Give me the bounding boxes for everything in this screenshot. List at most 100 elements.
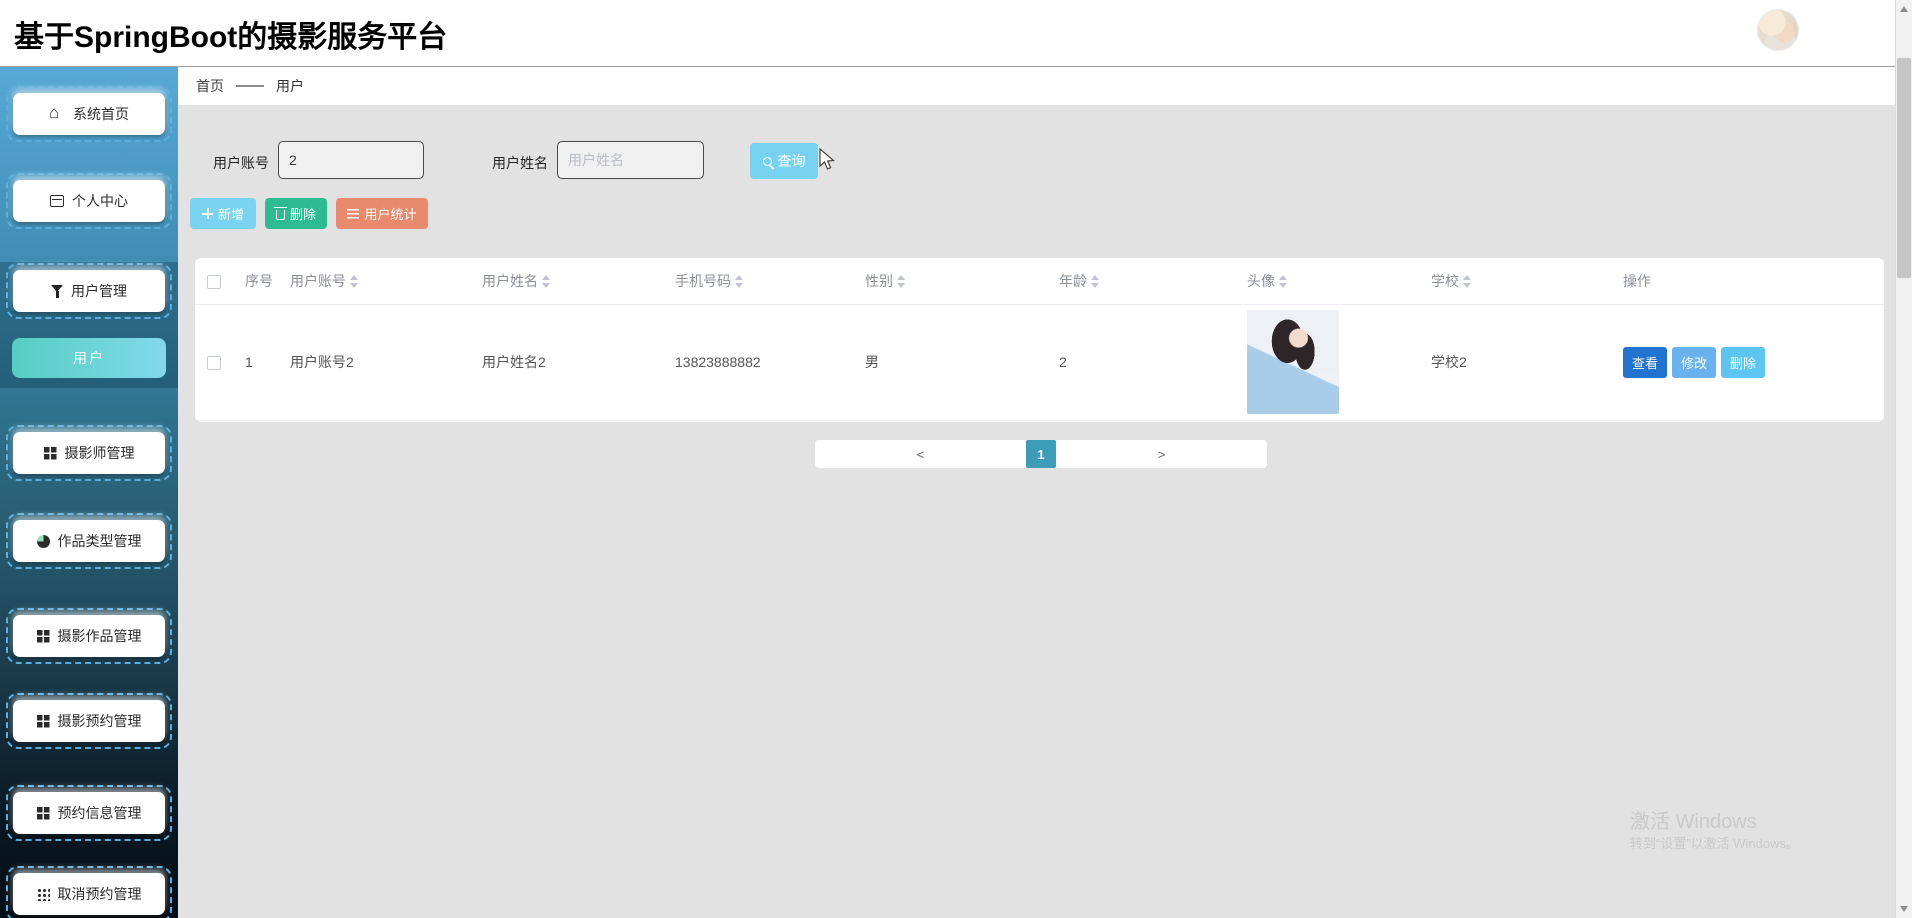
breadcrumb: 首页 用户 [178,67,1895,105]
trash-icon [273,207,287,220]
sidebar-item-label: 个人中心 [72,193,128,209]
row-actions: 查看 修改 删除 [1623,346,1884,378]
pagination-prev[interactable]: < [815,447,1026,462]
grid-dots-icon [36,887,50,901]
header-school[interactable]: 学校 [1419,258,1611,305]
sort-caret-icon[interactable] [1091,274,1100,288]
cell-age: 2 [1047,304,1235,421]
grid-icon [36,806,50,820]
row-delete-button[interactable]: 删除 [1721,346,1766,378]
header-account[interactable]: 用户账号 [278,258,470,305]
sidebar-item-user-management[interactable]: 用户管理 [6,263,172,319]
header-index: 序号 [233,258,278,305]
user-table-card: 序号 用户账号 用户姓名 手机号码 性别 年龄 头像 学校 操作 1 用户账号2… [195,258,1884,422]
cell-name: 用户姓名2 [470,304,663,421]
sidebar-item-label: 取消预约管理 [57,886,142,902]
breadcrumb-current: 用户 [276,78,304,94]
cell-account: 用户账号2 [278,304,470,421]
edit-button[interactable]: 修改 [1672,346,1717,378]
home-icon [49,103,65,123]
account-input[interactable] [278,141,424,179]
app-window: 基于SpringBoot的摄影服务平台 系统首页 个人中心 用户管理 用户 [0,0,1912,918]
scrollbar-up-arrow-icon[interactable] [1900,6,1908,12]
table-header-row: 序号 用户账号 用户姓名 手机号码 性别 年龄 头像 学校 操作 [195,258,1884,305]
sidebar: 系统首页 个人中心 用户管理 用户 摄影师管理 作品类 [0,67,178,918]
header-age[interactable]: 年龄 [1047,258,1235,305]
user-avatar[interactable] [1758,10,1798,50]
windows-activation-watermark-line2: 转到“设置”以激活 Windows。 [1630,836,1800,851]
sort-caret-icon[interactable] [897,274,906,288]
breadcrumb-home[interactable]: 首页 [196,76,224,96]
sort-caret-icon[interactable] [1463,274,1472,288]
sidebar-item-personal-center[interactable]: 个人中心 [6,173,172,229]
add-button-label: 新增 [217,207,244,222]
sidebar-item-work-type-management[interactable]: 作品类型管理 [6,513,172,569]
header-label: 头像 [1247,272,1275,289]
plus-icon [201,208,213,219]
header-label: 序号 [245,272,273,289]
delete-button-label: 删除 [289,207,316,222]
sidebar-item-photographer-management[interactable]: 摄影师管理 [6,425,172,481]
sidebar-item-system-home[interactable]: 系统首页 [6,86,172,142]
breadcrumb-separator [236,85,264,87]
header-actions: 操作 [1611,258,1884,305]
row-avatar-photo[interactable] [1247,310,1339,414]
sidebar-item-label: 摄影预约管理 [57,713,142,729]
filter-icon [51,284,63,298]
pagination-next[interactable]: > [1056,447,1267,462]
table-row: 1 用户账号2 用户姓名2 13823888882 男 2 学校2 查看 修改 [195,304,1884,421]
sidebar-item-label: 用户管理 [71,283,127,299]
account-label: 用户账号 [213,155,269,171]
cell-phone: 13823888882 [663,304,853,421]
page-title: 基于SpringBoot的摄影服务平台 [14,21,448,54]
windows-activation-watermark-line1: 激活 Windows [1630,811,1757,833]
sort-caret-icon[interactable] [350,274,359,288]
row-checkbox[interactable] [207,356,221,371]
main-content: 用户账号 用户姓名 查询 新增 删除 用户统计 [178,105,1895,918]
delete-button[interactable]: 删除 [265,198,327,229]
pagination: < 1 > [815,440,1267,468]
header-phone[interactable]: 手机号码 [663,258,853,305]
header-gender[interactable]: 性别 [853,258,1047,305]
header-label: 手机号码 [675,272,731,289]
scrollbar-thumb[interactable] [1897,58,1911,278]
search-icon [762,156,772,166]
grid-icon [36,714,50,728]
header-label: 年龄 [1059,272,1087,289]
header-name[interactable]: 用户姓名 [470,258,663,305]
view-button[interactable]: 查看 [1623,346,1668,378]
pagination-page-1[interactable]: 1 [1026,440,1056,468]
header-label: 用户账号 [290,272,346,289]
name-input[interactable] [557,141,704,179]
sidebar-item-label: 摄影师管理 [64,445,135,461]
cell-gender: 男 [853,304,1047,421]
add-button[interactable]: 新增 [190,198,256,229]
sidebar-item-label: 作品类型管理 [57,533,142,549]
user-stats-button[interactable]: 用户统计 [336,198,428,229]
header-avatar[interactable]: 头像 [1235,258,1419,305]
pie-chart-icon [36,534,50,548]
scrollbar-down-arrow-icon[interactable] [1900,906,1908,912]
sidebar-item-cancel-booking-management[interactable]: 取消预约管理 [6,866,172,918]
header: 基于SpringBoot的摄影服务平台 [0,0,1912,67]
sort-caret-icon[interactable] [1279,274,1288,288]
stats-button-label: 用户统计 [364,207,417,222]
sidebar-item-label: 摄影作品管理 [57,628,142,644]
grid-icon [43,446,57,460]
sidebar-subitem-user-active[interactable]: 用户 [12,338,166,378]
sidebar-item-booking-info-management[interactable]: 预约信息管理 [6,785,172,841]
header-label: 学校 [1431,272,1459,289]
sort-caret-icon[interactable] [735,274,744,288]
profile-card-icon [50,195,64,207]
vertical-scrollbar[interactable] [1895,0,1912,918]
query-button[interactable]: 查询 [750,143,818,179]
sidebar-item-photo-work-management[interactable]: 摄影作品管理 [6,608,172,664]
query-button-label: 查询 [777,153,806,169]
cell-index: 1 [233,304,278,421]
select-all-checkbox[interactable] [207,274,221,289]
sort-caret-icon[interactable] [542,274,551,288]
sidebar-item-label: 预约信息管理 [57,805,142,821]
sidebar-item-label: 系统首页 [73,106,129,122]
sidebar-item-photo-booking-management[interactable]: 摄影预约管理 [6,693,172,749]
cell-school: 学校2 [1419,304,1611,421]
